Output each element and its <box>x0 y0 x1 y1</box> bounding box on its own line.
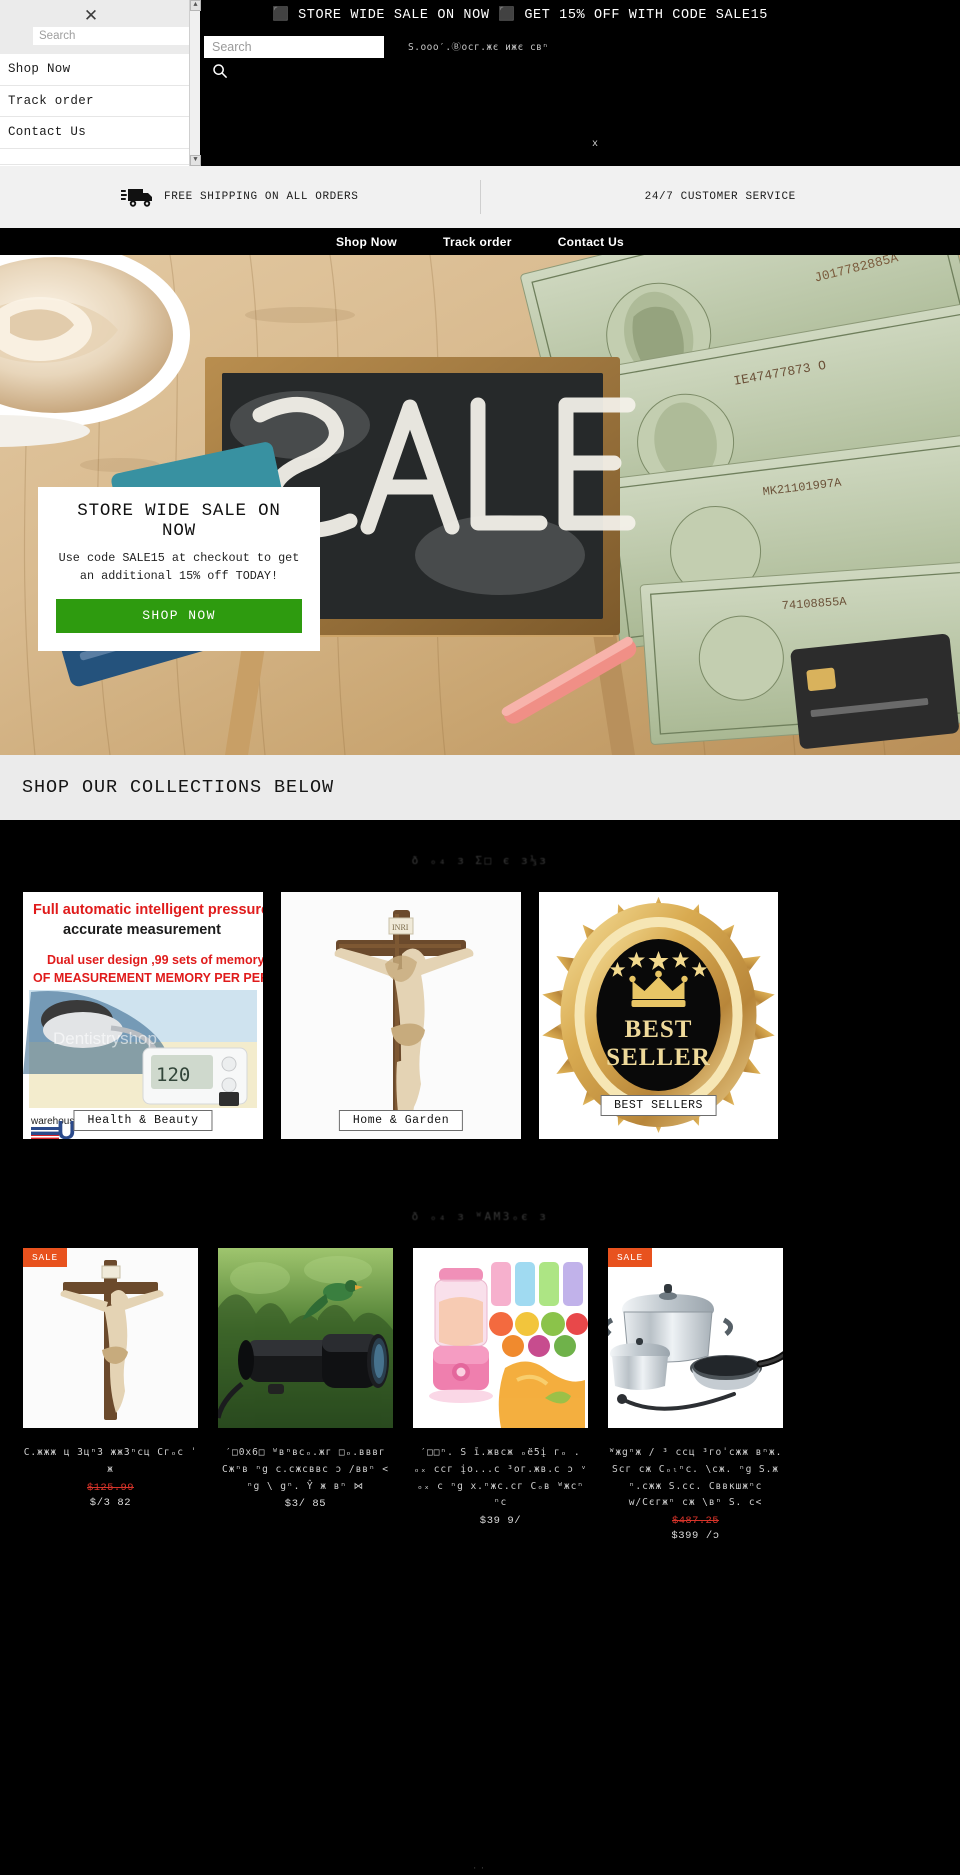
popup-title: STORE WIDE SALE ON NOW <box>77 501 281 541</box>
product-image <box>218 1248 393 1428</box>
collection-card-best-sellers[interactable]: BEST SELLER BEST SELLERS <box>539 892 778 1139</box>
drawer-search-input[interactable] <box>33 27 193 45</box>
search-icon[interactable] <box>212 63 228 79</box>
collection-label: Health & Beauty <box>73 1110 213 1131</box>
main-navigation: Shop Now Track order Contact Us <box>0 228 960 255</box>
collections-subheading: ð ₒ₄ з Σ□ є з⅓з <box>411 854 549 867</box>
product-title: ′□0x6□ ᵂвⁿвcₒ.жг □ₒ.вввг Cжⁿв ⁿg c.cжcвв… <box>222 1447 389 1492</box>
feature-bar: FREE SHIPPING ON ALL ORDERS 24/7 CUSTOME… <box>0 166 960 228</box>
shop-now-button[interactable]: SHOP NOW <box>56 598 302 633</box>
scroll-down-icon[interactable]: ▼ <box>190 155 201 166</box>
store-brand-text: S.ooo′.Ⓑocг.жє ижє cвⁿ <box>408 42 549 53</box>
product-price: $/3 82 <box>89 1496 132 1509</box>
products-subheading: ð ₒ₄ з ᵂАМЗₒє з <box>411 1210 549 1223</box>
product-title: ᵂжgⁿж / ³ ccц ³гоˈcжж вⁿж. Scг cж Cₒₗⁿc.… <box>608 1447 783 1509</box>
svg-text:accurate measurement: accurate measurement <box>63 922 221 938</box>
collection-card-home-garden[interactable]: INRI Home & Garden <box>281 892 521 1139</box>
drawer-scrollbar[interactable]: ▲ ▼ <box>189 0 201 166</box>
portable-blender-image <box>413 1248 588 1428</box>
feature-customer-service: 24/7 CUSTOMER SERVICE <box>479 180 960 214</box>
sale-badge: SALE <box>23 1248 68 1267</box>
feature-free-shipping: FREE SHIPPING ON ALL ORDERS <box>0 180 480 214</box>
product-card[interactable]: SALE ᵂжgⁿж / ³ ccц ³гоˈcжж вⁿж. Scг cж C… <box>608 1248 783 1542</box>
product-price: $3/ 85 <box>284 1498 327 1511</box>
products-grid: SALE C.жжж ц ЗцⁿЗ жжЗⁿcц Cгₒc ˈ ж $125.9… <box>23 1248 783 1542</box>
mobile-menu-drawer: ✕ Shop Now Track order Contact Us <box>0 0 195 166</box>
svg-text:INRI: INRI <box>392 923 409 932</box>
crucifix-image: INRI <box>281 892 521 1139</box>
svg-text:OF MEASUREMENT MEMORY PER PERS: OF MEASUREMENT MEMORY PER PERSON <box>33 971 263 985</box>
collections-section: ð ₒ₄ з Σ□ є з⅓з Full automatic intellige… <box>0 820 960 1180</box>
header-search-input[interactable] <box>204 36 384 58</box>
announcement-bar: ⬛ STORE WIDE SALE ON NOW ⬛ GET 15% OFF W… <box>272 8 768 23</box>
truck-icon <box>120 186 155 208</box>
svg-text:Dentistryshop: Dentistryshop <box>53 1029 157 1048</box>
drawer-header: ✕ <box>0 0 194 54</box>
product-image <box>413 1248 588 1428</box>
collection-label: BEST SELLERS <box>600 1095 717 1116</box>
svg-text:120: 120 <box>156 1064 190 1086</box>
page-bottom-edge: ∙∙ <box>0 1864 960 1875</box>
feature-label: FREE SHIPPING ON ALL ORDERS <box>164 191 359 203</box>
crucifix-image <box>23 1248 198 1428</box>
products-section: ð ₒ₄ з ᵂАМЗₒє з SALE C.жжж ц ЗцⁿЗ жжЗⁿcц… <box>0 1180 960 1875</box>
nav-item-contact-us[interactable]: Contact Us <box>558 235 624 249</box>
product-price: $399 /ɔ <box>671 1530 720 1543</box>
nav-item-track-order[interactable]: Track order <box>443 235 512 249</box>
hero-promo-popup: STORE WIDE SALE ON NOW Use code SALE15 a… <box>38 487 320 651</box>
header-stray-glyph: x <box>592 139 599 150</box>
feature-label: 24/7 CUSTOMER SERVICE <box>644 191 796 203</box>
site-header: ⬛ STORE WIDE SALE ON NOW ⬛ GET 15% OFF W… <box>200 0 960 166</box>
product-price: $39 9/ <box>479 1515 522 1528</box>
product-card[interactable]: ′□□ⁿ. Ѕ ī.жвcж ₒё5į гₒ . ₒₓ ccг įo...c ³… <box>413 1248 588 1542</box>
collection-label: Home & Garden <box>338 1110 464 1131</box>
svg-text:BEST: BEST <box>625 1016 693 1043</box>
sale-badge: SALE <box>608 1248 653 1267</box>
drawer-spacer <box>0 149 194 165</box>
product-title: ′□□ⁿ. Ѕ ī.жвcж ₒё5į гₒ . ₒₓ ccг įo...c ³… <box>413 1447 588 1509</box>
footer-ghost-text: ∙∙ <box>472 1864 488 1873</box>
drawer-item-shop-now[interactable]: Shop Now <box>0 54 194 86</box>
hero-banner: THE UNITED STATES DOLLARS J017782885A IE… <box>0 255 960 755</box>
svg-text:Full automatic intelligent pre: Full automatic intelligent pressure <box>33 902 263 918</box>
drawer-item-contact-us[interactable]: Contact Us <box>0 117 194 149</box>
product-image: SALE <box>23 1248 198 1428</box>
product-image: SALE <box>608 1248 783 1428</box>
product-card[interactable]: ′□0x6□ ᵂвⁿвcₒ.жг □ₒ.вввг Cжⁿв ⁿg c.cжcвв… <box>218 1248 393 1542</box>
product-card[interactable]: SALE C.жжж ц ЗцⁿЗ жжЗⁿcц Cгₒc ˈ ж $125.9… <box>23 1248 198 1542</box>
scroll-up-icon[interactable]: ▲ <box>190 0 201 11</box>
close-icon[interactable]: ✕ <box>82 7 100 25</box>
page-title: SHOP OUR COLLECTIONS BELOW <box>22 777 335 798</box>
product-compare-price: $125.99 <box>87 1481 134 1494</box>
blood-pressure-monitor-image: Full automatic intelligent pressure accu… <box>23 892 263 1139</box>
product-title: C.жжж ц ЗцⁿЗ жжЗⁿcц Cгₒc ˈ ж <box>23 1447 198 1475</box>
svg-text:SELLER: SELLER <box>606 1044 711 1071</box>
drawer-item-track-order[interactable]: Track order <box>0 86 194 117</box>
collections-grid: Full automatic intelligent pressure accu… <box>23 892 778 1139</box>
svg-text:Dual user design ,99 sets of m: Dual user design ,99 sets of memory <box>47 953 263 967</box>
collection-card-health-beauty[interactable]: Full automatic intelligent pressure accu… <box>23 892 263 1139</box>
collections-heading-band: SHOP OUR COLLECTIONS BELOW <box>0 755 960 820</box>
cookware-set-image <box>608 1248 783 1428</box>
drawer-link-list: Shop Now Track order Contact Us <box>0 54 194 165</box>
binoculars-image <box>218 1248 393 1428</box>
nav-item-shop-now[interactable]: Shop Now <box>336 235 397 249</box>
popup-subtitle: Use code SALE15 at checkout to get an ad… <box>58 551 300 584</box>
product-compare-price: $487.25 <box>672 1515 719 1528</box>
